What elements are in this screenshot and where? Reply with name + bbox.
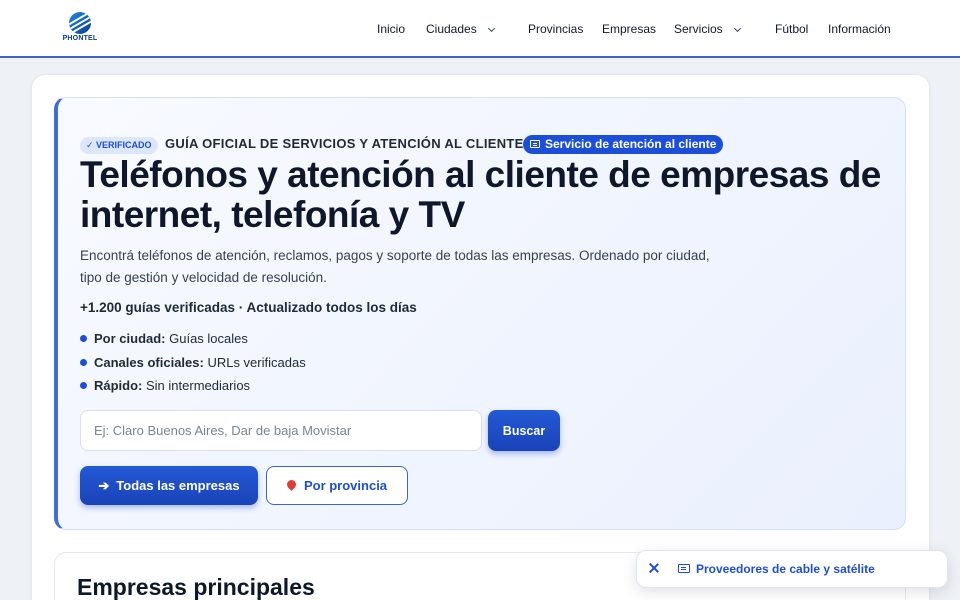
page-title: Teléfonos y atención al cliente de empre… [80, 154, 881, 235]
service-pill-label: Servicio de atención al cliente [545, 137, 717, 151]
feature-text: Guías locales [165, 331, 248, 346]
search-button[interactable]: Buscar [488, 410, 560, 451]
nav-servicios[interactable]: Servicios [674, 22, 741, 36]
feature-label: Por ciudad: [94, 331, 166, 346]
feature-item: Canales oficiales: URLs verificadas [80, 355, 306, 370]
logo[interactable]: PHONTEL [62, 12, 98, 46]
nav-empresas[interactable]: Empresas [602, 22, 656, 36]
feature-label: Canales oficiales: [94, 355, 204, 370]
all-companies-label: Todas las empresas [116, 477, 240, 493]
feature-text: URLs verificadas [203, 355, 306, 370]
by-province-label: Por provincia [303, 478, 388, 493]
toast-link[interactable]: Proveedores de cable y satélite [696, 562, 875, 576]
close-icon[interactable] [647, 561, 661, 575]
by-province-button[interactable]: Por provincia [266, 466, 408, 505]
feature-text: Sin intermediarios [142, 378, 251, 393]
bullet-icon [80, 335, 87, 342]
feature-item: Por ciudad: Guías locales [80, 331, 248, 346]
feature-item: Rápido: Sin intermediarios [80, 378, 250, 393]
search-input[interactable] [80, 410, 482, 451]
hero-eyebrow: GUÍA OFICIAL DE SERVICIOS Y ATENCIÓN AL … [165, 136, 524, 151]
nav-servicios-label: Servicios [674, 22, 723, 36]
map-pin-icon [285, 478, 298, 491]
logo-text: PHONTEL [62, 35, 98, 42]
feature-label: Rápido: [94, 378, 143, 393]
newspaper-icon [530, 140, 540, 148]
bullet-icon [80, 382, 87, 389]
bullet-icon [80, 359, 87, 366]
service-pill[interactable]: Servicio de atención al cliente [523, 135, 724, 154]
chevron-down-icon [733, 24, 741, 33]
globe-logo-icon [69, 12, 91, 34]
newspaper-icon [678, 564, 690, 573]
nav-ciudades-label: Ciudades [426, 22, 477, 36]
nav-inicio[interactable]: Inicio [377, 22, 405, 36]
hero-stats: +1.200 guías verificadas · Actualizado t… [80, 300, 417, 315]
chevron-down-icon [487, 24, 495, 33]
nav-futbol[interactable]: Fútbol [775, 22, 808, 36]
verified-badge: ✓ VERIFICADO [80, 137, 158, 154]
nav-ciudades[interactable]: Ciudades [426, 22, 495, 36]
nav-informacion[interactable]: Información [828, 22, 891, 36]
all-companies-button[interactable]: ➔ Todas las empresas [80, 466, 258, 505]
section-title: Empresas principales [77, 574, 315, 600]
arrow-right-icon: ➔ [98, 477, 110, 493]
hero-description: Encontrá teléfonos de atención, reclamos… [80, 248, 710, 285]
nav-provincias[interactable]: Provincias [528, 22, 583, 36]
